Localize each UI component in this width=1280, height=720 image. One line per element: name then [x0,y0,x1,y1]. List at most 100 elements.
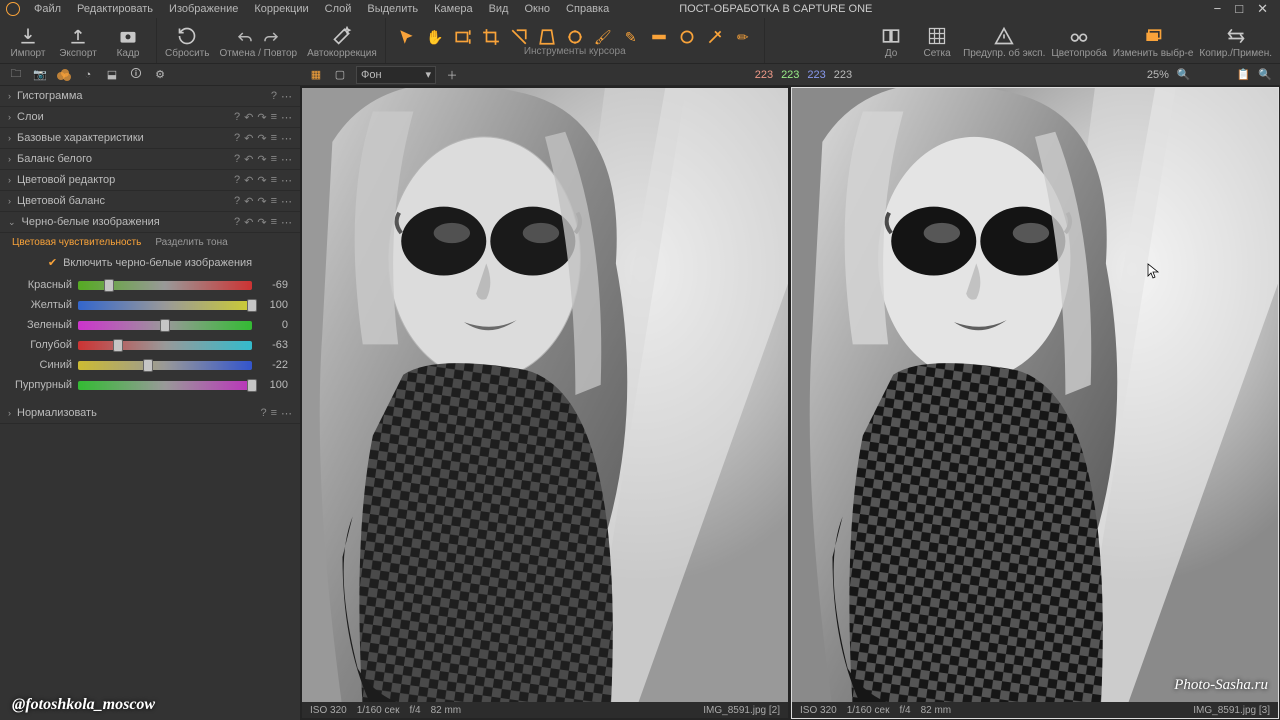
redo-icon[interactable] [262,30,280,48]
grid-button[interactable]: Сетка [917,26,957,59]
panel-histogram[interactable]: ›Гистограмма?⋯ [0,86,300,107]
compare-icon [880,26,902,46]
panel-layers[interactable]: ›Слои?↶↷≡⋯ [0,107,300,128]
panel-color-balance[interactable]: ›Цветовой баланс?↶↷≡⋯ [0,191,300,212]
slider-Пурпурный[interactable]: Пурпурный100 [0,375,300,395]
slider-thumb[interactable] [104,279,114,292]
menu-image[interactable]: Изображение [163,1,244,17]
menu-file[interactable]: Файл [28,1,67,17]
undo-icon[interactable] [236,30,254,48]
tab-adjust-icon[interactable] [56,67,72,83]
slider-thumb[interactable] [247,299,257,312]
tab-details-icon[interactable]: ◔ [80,67,96,83]
slider-track[interactable] [78,381,252,390]
menu-layer[interactable]: Слой [319,1,358,17]
search-icon[interactable]: 🔍 [1258,68,1272,81]
panel-bw[interactable]: ⌄Черно-белые изображения?↶↷≡⋯ [0,212,300,233]
copyapply-button[interactable]: Копир./Примен. [1199,26,1272,59]
add-layer-icon[interactable]: ＋ [444,67,460,83]
radial-tool-icon[interactable] [678,28,696,46]
view-single-icon[interactable]: ▢ [332,67,348,83]
menu-select[interactable]: Выделить [361,1,424,17]
auto-button[interactable]: Автокоррекция [307,26,377,59]
window-title: ПОСТ-ОБРАБОТКА В CAPTURE ONE [679,3,872,15]
layer-selector[interactable]: Фон▾ [356,66,436,84]
menu-adjust[interactable]: Коррекции [248,1,314,17]
tab-library-icon[interactable]: 🗀 [8,67,24,83]
spot-tool-icon[interactable] [566,28,584,46]
rotate-tool-icon[interactable] [510,28,528,46]
tab-capture-icon[interactable]: 📷 [32,67,48,83]
view-grid-icon[interactable]: ▦ [308,67,324,83]
slider-track[interactable] [78,341,252,350]
tab-sensitivity[interactable]: Цветовая чувствительность [12,237,141,248]
slider-Синий[interactable]: Синий-22 [0,355,300,375]
reset-button[interactable]: Сбросить [165,26,209,59]
main: ›Гистограмма?⋯ ›Слои?↶↷≡⋯ ›Базовые харак… [0,86,1280,720]
slider-thumb[interactable] [143,359,153,372]
panel-normalize[interactable]: ›Нормализовать?≡⋯ [0,403,300,424]
viewer-pane-left[interactable]: ISO 3201/160 секf/482 mm IMG_8591.jpg [2… [302,88,788,718]
proof-button[interactable]: Цветопроба [1051,26,1106,59]
menu-view[interactable]: Вид [483,1,515,17]
slider-thumb[interactable] [160,319,170,332]
slider-value: -63 [258,339,288,351]
zoom-loupe-icon[interactable]: 🔍 [1177,68,1191,81]
export-button[interactable]: Экспорт [58,26,98,59]
cursor-tools-group: ✋ 🖌 ✎ ✏ Инструменты курсора [386,18,765,63]
close-icon[interactable]: ✕ [1257,1,1268,17]
slider-track[interactable] [78,321,252,330]
bw-enable-checkbox[interactable]: ✔Включить черно-белые изображения [0,250,300,275]
panel-bw-body: Цветовая чувствительность Разделить тона… [0,233,300,403]
slider-track[interactable] [78,361,252,370]
crop-tool-icon[interactable] [482,28,500,46]
photo-left [302,88,788,702]
loupe-tool-icon[interactable] [454,28,472,46]
slider-Желтый[interactable]: Желтый100 [0,295,300,315]
panel-base[interactable]: ›Базовые характеристики?↶↷≡⋯ [0,128,300,149]
viewer-pane-right[interactable]: ISO 3201/160 секf/482 mm IMG_8591.jpg [3… [792,88,1278,718]
menu-help[interactable]: Справка [560,1,615,17]
slider-Зеленый[interactable]: Зеленый0 [0,315,300,335]
annotate-tool-icon[interactable]: ✏ [734,28,752,46]
keystone-tool-icon[interactable] [538,28,556,46]
maximize-icon[interactable]: □ [1235,1,1243,17]
chevron-down-icon: ▾ [425,68,431,81]
clipboard-icon[interactable]: 📋 [1237,68,1251,81]
camera-icon [117,26,139,46]
slider-thumb[interactable] [247,379,257,392]
zoom-value[interactable]: 25% [1147,69,1169,81]
tab-styles-icon[interactable]: ⬓ [104,67,120,83]
slider-Красный[interactable]: Красный-69 [0,275,300,295]
slider-track[interactable] [78,301,252,310]
gradient-tool-icon[interactable] [650,28,668,46]
tab-split-tone[interactable]: Разделить тона [155,237,227,248]
tab-output-icon[interactable]: ⚙ [152,67,168,83]
wand-icon [331,26,353,46]
viewer: ISO 3201/160 секf/482 mm IMG_8591.jpg [2… [300,86,1280,720]
tab-row: 🗀 📷 ◔ ⬓ 🛈 ⚙ ▦ ▢ Фон▾ ＋ 223223223223 25% … [0,64,1280,86]
slider-thumb[interactable] [113,339,123,352]
panel-color-editor[interactable]: ›Цветовой редактор?↶↷≡⋯ [0,170,300,191]
slider-value: 0 [258,319,288,331]
panel-wb[interactable]: ›Баланс белого?↶↷≡⋯ [0,149,300,170]
menu-window[interactable]: Окно [518,1,556,17]
before-button[interactable]: До [871,26,911,59]
brush-tool-icon[interactable]: 🖌 [594,28,612,46]
slider-value: -22 [258,359,288,371]
minimize-icon[interactable]: − [1214,1,1222,17]
tab-metadata-icon[interactable]: 🛈 [128,67,144,83]
heal-tool-icon[interactable] [706,28,724,46]
menu-edit[interactable]: Редактировать [71,1,159,17]
capture-button[interactable]: Кадр [108,26,148,59]
slider-Голубой[interactable]: Голубой-63 [0,335,300,355]
hand-tool-icon[interactable]: ✋ [426,28,444,46]
import-button[interactable]: Импорт [8,26,48,59]
slider-track[interactable] [78,281,252,290]
edit-sel-button[interactable]: Изменить выбр-е [1113,26,1194,59]
menu-camera[interactable]: Камера [428,1,478,17]
select-tool-icon[interactable] [398,28,416,46]
meta-right: ISO 3201/160 секf/482 mm IMG_8591.jpg [3… [792,702,1278,718]
expwarn-button[interactable]: Предупр. об эксп. [963,26,1045,59]
eraser-tool-icon[interactable]: ✎ [622,28,640,46]
